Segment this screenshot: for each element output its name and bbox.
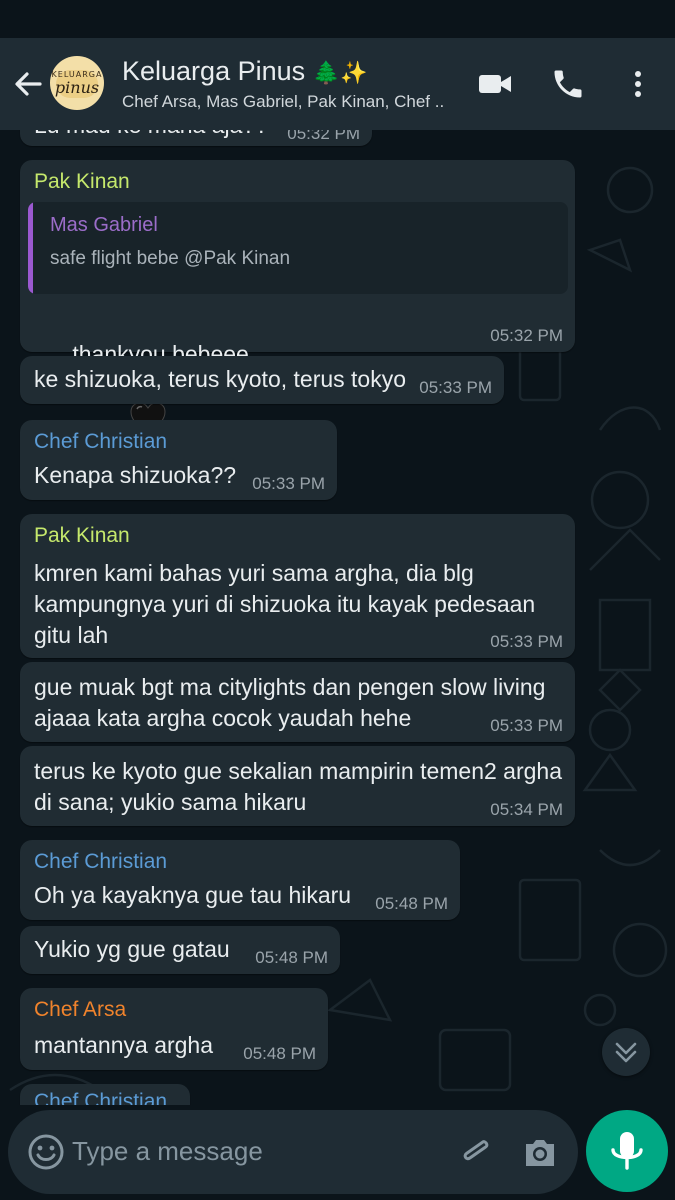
chat-header: KELUARGA pinus Keluarga Pinus 🌲✨ Chef Ar… (0, 38, 675, 130)
message-bubble[interactable]: Yukio yg gue gatau 05:48 PM (20, 926, 340, 974)
message-text: Yukio yg gue gatau (34, 936, 230, 962)
sender-name: Pak Kinan (34, 524, 130, 547)
message-bubble[interactable]: Chef Christian (20, 1084, 190, 1105)
message-time: 05:32 PM (287, 130, 360, 143)
group-name: Keluarga Pinus (122, 56, 306, 86)
message-time: 05:33 PM (252, 474, 325, 493)
message-input[interactable]: Type a message (72, 1136, 263, 1167)
sender-name: Chef Arsa (34, 998, 127, 1021)
message-text: Kenapa shizuoka?? (34, 462, 237, 488)
message-bubble[interactable]: Pak Kinan kmren kami bahas yuri sama arg… (20, 514, 575, 658)
pine-tree-emoji: 🌲 (312, 61, 341, 86)
mic-icon (611, 1132, 643, 1170)
quoted-message[interactable]: Mas Gabriel safe flight bebe @Pak Kinan (28, 202, 568, 294)
message-time: 05:32 PM (490, 326, 563, 345)
voice-call-icon[interactable] (550, 66, 586, 102)
quoted-sender: Mas Gabriel (50, 214, 158, 236)
message-time: 05:33 PM (490, 632, 563, 651)
chat-area[interactable]: Lu mau ke mana aja?? 05:32 PM Pak Kinan … (0, 130, 675, 1105)
message-text: Lu mau ke mana aja?? (34, 130, 268, 141)
group-avatar[interactable]: KELUARGA pinus (50, 56, 104, 110)
message-bubble[interactable]: Chef Christian Oh ya kayaknya gue tau hi… (20, 840, 460, 920)
message-time: 05:48 PM (255, 948, 328, 967)
scroll-to-bottom-button[interactable] (602, 1028, 650, 1076)
message-time: 05:33 PM (490, 716, 563, 735)
double-chevron-down-icon (615, 1042, 637, 1063)
message-time: 05:34 PM (490, 800, 563, 819)
chat-title[interactable]: Keluarga Pinus 🌲✨ (122, 56, 367, 87)
message-text: terus ke kyoto gue sekalian mampirin tem… (34, 758, 563, 815)
message-text: mantannya argha (34, 1032, 214, 1058)
back-arrow-icon[interactable] (10, 66, 46, 102)
message-text: ke shizuoka, terus kyoto, terus tokyo (34, 366, 407, 392)
message-bubble[interactable]: gue muak bgt ma citylights dan pengen sl… (20, 662, 575, 742)
sender-name: Chef Christian (34, 850, 168, 873)
message-text: Oh ya kayaknya gue tau hikaru (34, 882, 352, 908)
group-members[interactable]: Chef Arsa, Mas Gabriel, Pak Kinan, Chef … (122, 92, 444, 112)
sender-name: Chef Christian (34, 1090, 168, 1105)
message-bubble[interactable]: ke shizuoka, terus kyoto, terus tokyo 05… (20, 356, 504, 404)
message-bubble[interactable]: Lu mau ke mana aja?? 05:32 PM (20, 130, 372, 146)
status-bar (0, 0, 675, 38)
video-call-icon[interactable] (477, 66, 513, 102)
message-text: gue muak bgt ma citylights dan pengen sl… (34, 674, 546, 731)
more-options-icon[interactable] (620, 66, 656, 102)
message-input-bar[interactable]: Type a message (8, 1110, 578, 1194)
message-time: 05:33 PM (419, 378, 492, 397)
message-time: 05:48 PM (243, 1044, 316, 1063)
message-text: kmren kami bahas yuri sama argha, dia bl… (34, 560, 536, 648)
voice-message-button[interactable] (586, 1110, 668, 1192)
sender-name: Chef Christian (34, 430, 168, 453)
message-bubble[interactable]: Chef Christian Kenapa shizuoka?? 05:33 P… (20, 420, 337, 500)
message-bubble[interactable]: terus ke kyoto gue sekalian mampirin tem… (20, 746, 575, 826)
attach-icon[interactable] (456, 1132, 496, 1172)
message-bubble[interactable]: Pak Kinan Mas Gabriel safe flight bebe @… (20, 160, 575, 435)
quoted-text: safe flight bebe @Pak Kinan (50, 248, 291, 269)
message-bubble[interactable]: Chef Arsa mantannya argha 05:48 PM (20, 988, 328, 1070)
emoji-icon[interactable] (26, 1132, 66, 1172)
message-time: 05:48 PM (375, 894, 448, 913)
camera-icon[interactable] (520, 1132, 560, 1172)
sender-name: Pak Kinan (34, 170, 130, 193)
sparkles-emoji: ✨ (340, 61, 368, 86)
